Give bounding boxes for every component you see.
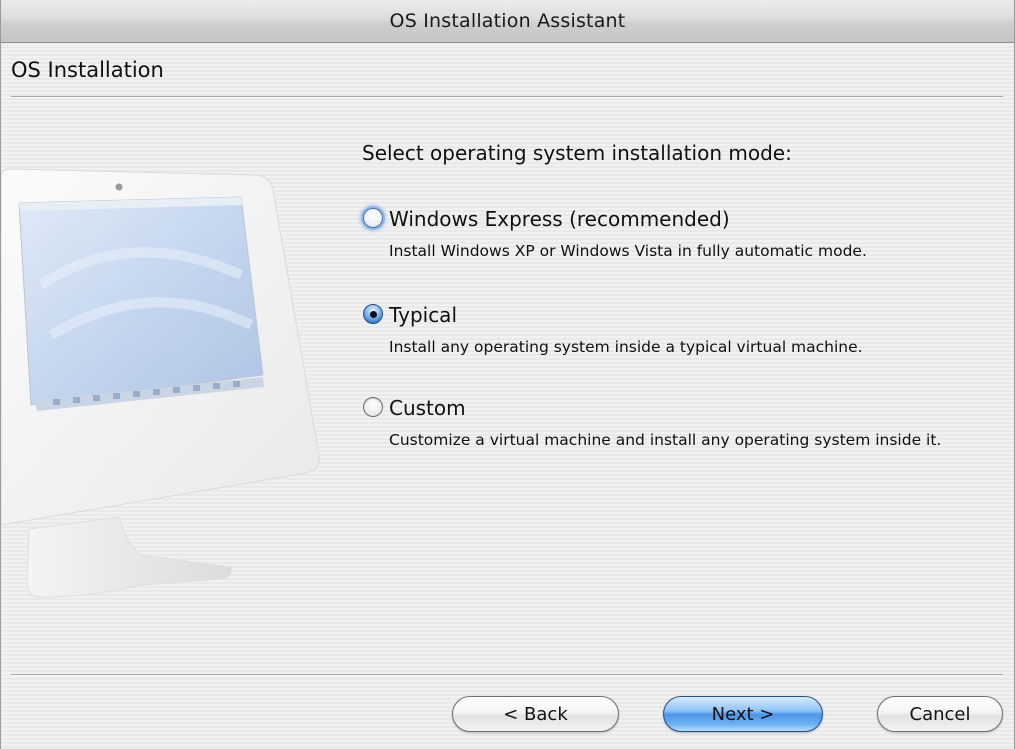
option-description: Customize a virtual machine and install … bbox=[389, 431, 942, 449]
next-button[interactable]: Next > bbox=[663, 696, 823, 732]
page-heading: OS Installation bbox=[11, 58, 164, 82]
computer-monitor-illustration bbox=[1, 168, 320, 598]
option-description: Install any operating system inside a ty… bbox=[389, 338, 863, 356]
footer-divider bbox=[11, 674, 1003, 676]
header-divider bbox=[11, 96, 1003, 98]
option-windows-express[interactable]: Windows Express (recommended) Install Wi… bbox=[363, 206, 999, 263]
option-label: Typical bbox=[389, 303, 457, 327]
back-button[interactable]: < Back bbox=[452, 696, 619, 732]
option-custom[interactable]: Custom Customize a virtual machine and i… bbox=[363, 395, 999, 452]
radio-button-icon[interactable] bbox=[363, 208, 383, 228]
window-titlebar[interactable]: OS Installation Assistant bbox=[1, 0, 1014, 43]
cancel-button[interactable]: Cancel bbox=[877, 696, 1003, 732]
option-label: Windows Express (recommended) bbox=[389, 207, 730, 231]
install-mode-prompt: Select operating system installation mod… bbox=[362, 141, 792, 165]
window-title: OS Installation Assistant bbox=[389, 10, 626, 32]
radio-button-icon[interactable] bbox=[363, 397, 383, 417]
option-description: Install Windows XP or Windows Vista in f… bbox=[389, 242, 867, 260]
radio-button-icon[interactable] bbox=[363, 304, 383, 324]
option-typical[interactable]: Typical Install any operating system ins… bbox=[363, 302, 999, 359]
option-label: Custom bbox=[389, 396, 466, 420]
